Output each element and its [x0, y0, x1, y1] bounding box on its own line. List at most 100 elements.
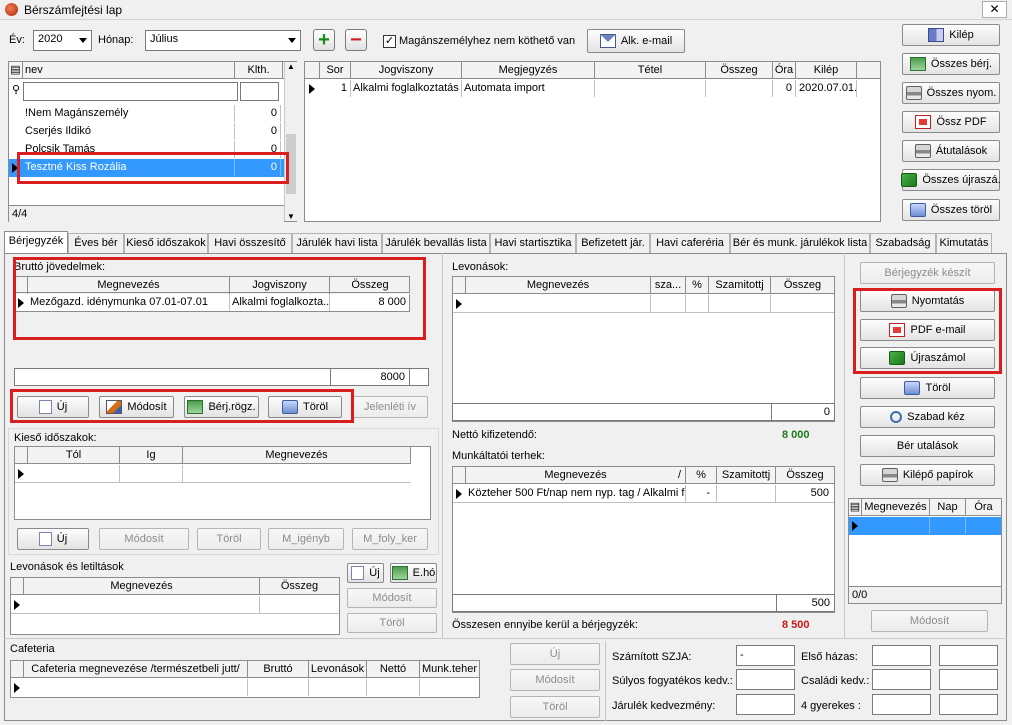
col-levonasok[interactable]: Levonások: [309, 661, 367, 678]
col-tetel[interactable]: Tétel: [595, 62, 706, 79]
jarulek-field[interactable]: [736, 694, 795, 715]
e-ho-button[interactable]: E.hó: [390, 563, 437, 583]
tab-berjegyzek[interactable]: Bérjegyzék: [4, 231, 68, 253]
col-pct[interactable]: %: [686, 467, 717, 484]
m-foly-ker-button[interactable]: M_foly_ker: [352, 528, 428, 550]
tab-eves-ber[interactable]: Éves bér: [68, 233, 124, 253]
table-row[interactable]: Közteher 500 Ft/nap nem nyp. tag / Alkal…: [453, 485, 834, 503]
grid-settings-icon[interactable]: ▤: [849, 499, 862, 516]
col-megjegyzes[interactable]: Megjegyzés: [462, 62, 595, 79]
col-tol[interactable]: Tól: [28, 447, 120, 464]
col-szamitottj[interactable]: Szamitottj: [717, 467, 776, 484]
table-row-selected[interactable]: [849, 517, 1001, 535]
recalc-all-button[interactable]: Összes újraszá.: [901, 169, 1001, 191]
absence-new-button[interactable]: Új: [17, 528, 89, 550]
remove-person-button[interactable]: −: [345, 29, 367, 51]
year-select[interactable]: 2020: [33, 30, 92, 51]
col-megnevezes[interactable]: Megnevezés: [24, 578, 260, 595]
elso-hazas-field[interactable]: [872, 645, 931, 666]
col-brutto[interactable]: Bruttó: [248, 661, 309, 678]
tab-ber-munk-jarulekok[interactable]: Bér és munk. járulékok lista: [730, 233, 870, 253]
tab-havi-osszesito[interactable]: Havi összesítő: [208, 233, 292, 253]
m-igenyb-button[interactable]: M_igényb: [268, 528, 344, 550]
col-szamitottj[interactable]: Szamitottj: [709, 277, 771, 294]
all-payslips-button[interactable]: Összes bérj.: [902, 53, 1000, 75]
szja-field[interactable]: -: [736, 645, 795, 666]
cafeteria-modify-button[interactable]: Módosít: [510, 669, 600, 691]
col-nap[interactable]: Nap: [930, 499, 966, 516]
csaladi-field[interactable]: [872, 669, 931, 690]
tab-havi-statisztika[interactable]: Havi startisztika: [490, 233, 576, 253]
print-all-button[interactable]: Összes nyom.: [902, 82, 1000, 104]
col-osszeg[interactable]: Összeg: [260, 578, 339, 595]
close-button[interactable]: ✕: [982, 1, 1007, 18]
col-ora[interactable]: Óra: [773, 62, 796, 79]
table-row[interactable]: [15, 465, 411, 483]
col-kilep[interactable]: Kilép: [796, 62, 857, 79]
deduction-new-button[interactable]: Új: [347, 563, 384, 583]
absence-modify-button[interactable]: Módosít: [99, 528, 189, 550]
email-button[interactable]: Alk. e-mail: [587, 29, 685, 53]
scrollbar[interactable]: ▲ ▼: [284, 62, 297, 221]
table-row[interactable]: 1 Alkalmi foglalkoztatás Automata import…: [305, 80, 857, 98]
salary-transfers-button[interactable]: Bér utalások: [860, 435, 995, 457]
elso-hazas-field-2[interactable]: [939, 645, 998, 666]
col-sor[interactable]: Sor: [320, 62, 351, 79]
col-ig[interactable]: Ig: [120, 447, 183, 464]
absence-delete-button[interactable]: Töröl: [197, 528, 261, 550]
table-row[interactable]: [11, 596, 339, 614]
tab-jarulek-bevallas[interactable]: Járulék bevallás lista: [382, 233, 490, 253]
col-osszeg[interactable]: Összeg: [706, 62, 773, 79]
sulyos-field[interactable]: [736, 669, 795, 690]
table-row[interactable]: [453, 295, 834, 313]
col-netto[interactable]: Nettó: [367, 661, 420, 678]
col-megnevezes[interactable]: Megnevezés /: [466, 467, 686, 484]
csaladi-field-2[interactable]: [939, 669, 998, 690]
col-name[interactable]: nev: [23, 62, 235, 79]
col-megnevezes[interactable]: Megnevezés: [862, 499, 930, 516]
transfers-button[interactable]: Átutalások: [902, 140, 1000, 162]
col-megnevezes[interactable]: Megnevezés: [183, 447, 411, 464]
vacation-modify-button[interactable]: Módosít: [871, 610, 988, 632]
tab-kimutatas[interactable]: Kimutatás: [936, 233, 992, 253]
list-item[interactable]: !Nem Magánszemély 0: [9, 105, 284, 123]
tab-szabadsag[interactable]: Szabadság: [870, 233, 936, 253]
gyerekes-field-2[interactable]: [939, 694, 998, 715]
list-item[interactable]: Cserjés Ildikó 0: [9, 123, 284, 141]
col-megnevezes[interactable]: Megnevezés: [466, 277, 651, 294]
col-klth[interactable]: Klth.: [235, 62, 283, 79]
col-osszeg[interactable]: Összeg: [771, 277, 834, 294]
create-payslip-button[interactable]: Bérjegyzék készít: [860, 262, 995, 284]
exit-papers-button[interactable]: Kilépő papírok: [860, 464, 995, 486]
tab-jarulek-havi-lista[interactable]: Járulék havi lista: [292, 233, 382, 253]
deduction-modify-button[interactable]: Módosít: [347, 588, 437, 608]
attendance-button[interactable]: Jelenléti ív: [352, 396, 428, 418]
tab-havi-cafeteria[interactable]: Havi caferéria: [650, 233, 730, 253]
add-person-button[interactable]: +: [313, 29, 335, 51]
tab-befizetett[interactable]: Befizetett jár.: [576, 233, 650, 253]
col-jogviszony[interactable]: Jogviszony: [351, 62, 462, 79]
col-cafeteria-name[interactable]: Cafeteria megnevezése /természetbeli jut…: [24, 661, 248, 678]
scroll-down-icon[interactable]: ▼: [285, 212, 297, 221]
col-osszeg[interactable]: Összeg: [776, 467, 834, 484]
table-row[interactable]: [11, 679, 479, 697]
scroll-up-icon[interactable]: ▲: [285, 62, 297, 71]
gyerekes-field[interactable]: [872, 694, 931, 715]
delete-all-button[interactable]: Összes töröl: [902, 199, 1000, 221]
all-pdf-button[interactable]: Össz PDF: [902, 111, 1000, 133]
cafeteria-delete-button[interactable]: Töröl: [510, 696, 600, 718]
grid-settings-icon[interactable]: ▤: [9, 62, 23, 79]
col-ora[interactable]: Óra: [966, 499, 1001, 516]
col-pct[interactable]: %: [686, 277, 709, 294]
delete-button[interactable]: Töröl: [860, 377, 995, 399]
col-sza[interactable]: sza...: [651, 277, 686, 294]
month-select[interactable]: Július: [145, 30, 301, 51]
free-hand-button[interactable]: Szabad kéz: [860, 406, 995, 428]
name-filter-input[interactable]: [23, 82, 238, 101]
col-munk-teher[interactable]: Munk.teher: [420, 661, 479, 678]
deduction-delete-button[interactable]: Töröl: [347, 613, 437, 633]
klth-filter-input[interactable]: [240, 82, 279, 101]
private-person-checkbox[interactable]: ✓: [383, 35, 396, 48]
tab-kieso-idoszakok[interactable]: Kieső időszakok: [124, 233, 208, 253]
exit-button[interactable]: Kilép: [902, 24, 1000, 46]
